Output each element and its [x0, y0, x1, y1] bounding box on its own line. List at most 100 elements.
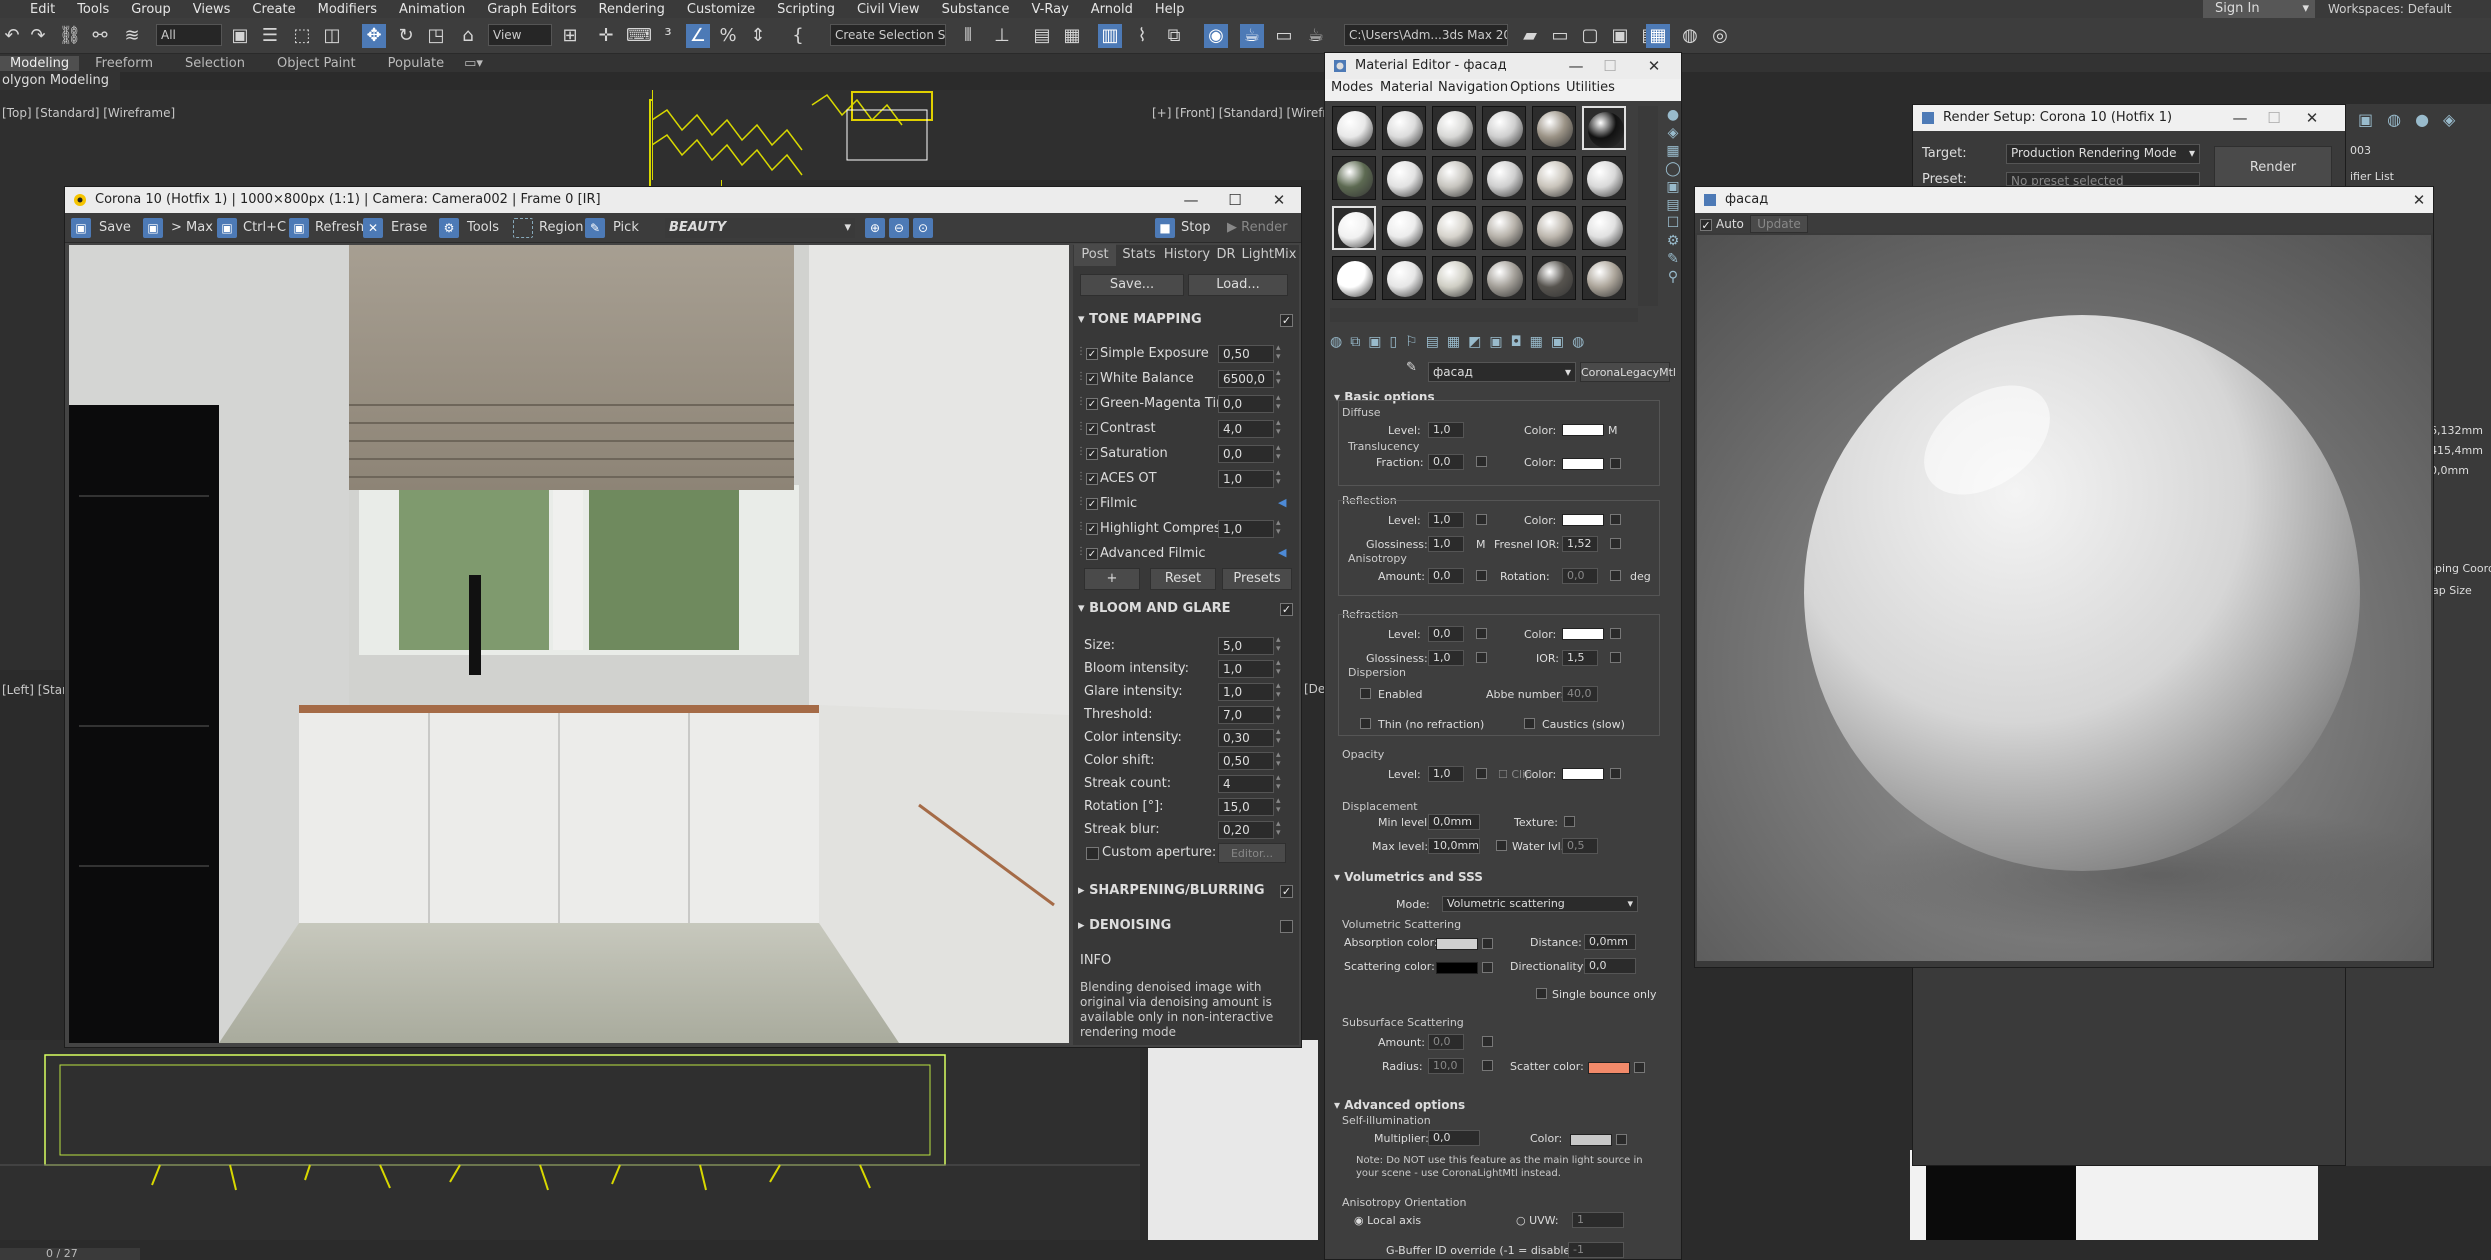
- color-swatch[interactable]: [1436, 962, 1478, 974]
- map-slot-button[interactable]: [1482, 1060, 1493, 1071]
- spinner-icon[interactable]: ▴ ▾: [1276, 659, 1281, 677]
- material-name-field[interactable]: фасад ▾: [1428, 362, 1576, 382]
- window-crossing-icon[interactable]: ◫: [320, 24, 344, 48]
- bloom-param-value[interactable]: 4: [1218, 775, 1274, 793]
- link-icon[interactable]: ⛓: [58, 24, 82, 48]
- tone-op-value[interactable]: 1,0: [1218, 470, 1274, 488]
- param-value[interactable]: 0,0: [1428, 1130, 1480, 1146]
- schematic-view-icon[interactable]: ⧉: [1162, 24, 1186, 48]
- menu-scripting[interactable]: Scripting: [766, 2, 846, 17]
- tone-op-value[interactable]: 0,50: [1218, 345, 1274, 363]
- menu-civil-view[interactable]: Civil View: [846, 2, 931, 17]
- minimize-icon[interactable]: —: [1559, 53, 1593, 79]
- denoising-header[interactable]: ▸ DENOISING: [1078, 918, 1171, 933]
- bloom-param-value[interactable]: 1,0: [1218, 683, 1274, 701]
- spinner-icon[interactable]: ▴ ▾: [1276, 682, 1281, 700]
- mat-menu-navigation[interactable]: Navigation: [1438, 80, 1508, 95]
- tone-mapping-header[interactable]: ▾ TONE MAPPING: [1078, 312, 1202, 327]
- material-editor-icon[interactable]: ◉: [1204, 24, 1228, 48]
- layer-explorer-icon[interactable]: ▦: [1060, 24, 1084, 48]
- param-value[interactable]: 0,0mm: [1584, 934, 1636, 950]
- bloom-glare-header[interactable]: ▾ BLOOM AND GLARE: [1078, 601, 1231, 616]
- material-slot[interactable]: [1532, 206, 1576, 250]
- menu-customize[interactable]: Customize: [676, 2, 766, 17]
- edit-named-sel-icon[interactable]: {: [786, 24, 810, 48]
- scene-explorer-icon[interactable]: ▤: [1030, 24, 1054, 48]
- maximize-icon[interactable]: ☐: [2257, 105, 2291, 131]
- auto-checkbox[interactable]: ✓: [1700, 219, 1712, 231]
- param-value[interactable]: 1,0: [1428, 766, 1464, 782]
- spinner-snap-icon[interactable]: ⇕: [746, 24, 770, 48]
- tone-mapping-checkbox[interactable]: ✓: [1280, 314, 1293, 327]
- tab-object-paint[interactable]: Object Paint: [261, 56, 372, 71]
- tab-post[interactable]: Post: [1074, 244, 1116, 266]
- expand-arrow-icon[interactable]: ◀: [1278, 546, 1286, 559]
- post-load-button[interactable]: Load...: [1188, 274, 1288, 296]
- menu-vray[interactable]: V-Ray: [1021, 2, 1080, 17]
- material-slot[interactable]: [1582, 156, 1626, 200]
- selection-filter-dropdown[interactable]: All: [156, 24, 222, 46]
- vol-mode-dropdown[interactable]: Volumetric scattering ▾: [1442, 896, 1638, 912]
- map-slot-button[interactable]: [1616, 1134, 1627, 1145]
- tone-op-checkbox[interactable]: ✓: [1086, 498, 1098, 510]
- spinner-icon[interactable]: ▴ ▾: [1276, 369, 1281, 387]
- mat-menu-modes[interactable]: Modes: [1331, 80, 1373, 95]
- bind-spacewarp-icon[interactable]: ≋: [120, 24, 144, 48]
- workspaces[interactable]: Workspaces: Default: [2328, 0, 2452, 18]
- menu-help[interactable]: Help: [1144, 2, 1196, 17]
- snaps-icon[interactable]: ³: [656, 24, 680, 48]
- menu-modifiers[interactable]: Modifiers: [307, 2, 388, 17]
- map-slot-button[interactable]: [1610, 768, 1621, 779]
- expand-arrow-icon[interactable]: ◀: [1278, 496, 1286, 509]
- sharpen-checkbox[interactable]: ✓: [1280, 885, 1293, 898]
- local-axis-radio[interactable]: ◉ Local axis: [1354, 1214, 1421, 1227]
- tab-dr[interactable]: DR: [1212, 244, 1240, 266]
- tone-op-checkbox[interactable]: ✓: [1086, 523, 1098, 535]
- drag-handle-icon[interactable]: ⋮: [1076, 421, 1086, 432]
- tab-selection[interactable]: Selection: [169, 56, 261, 71]
- bloom-param-value[interactable]: 5,0: [1218, 637, 1274, 655]
- map-slot-button[interactable]: [1482, 962, 1493, 973]
- material-type-button[interactable]: CoronaLegacyMtl: [1580, 362, 1676, 382]
- vfb-stop-button[interactable]: Stop: [1181, 218, 1211, 238]
- ref-coord-dropdown[interactable]: View: [488, 24, 552, 46]
- pick-material-icon[interactable]: ✎: [1406, 360, 1417, 375]
- slots-h-scrollbar[interactable]: [1330, 308, 1638, 322]
- zoom-out-icon[interactable]: ⊖: [889, 218, 909, 238]
- select-rotate-icon[interactable]: ↻: [394, 24, 418, 48]
- uvw-radio[interactable]: ○ UVW:: [1516, 1214, 1559, 1227]
- corona-vfb-icon[interactable]: ▦: [1646, 24, 1670, 48]
- material-slot[interactable]: [1482, 106, 1526, 150]
- tone-op-value[interactable]: 0,0: [1218, 445, 1274, 463]
- param-value[interactable]: 0,0mm: [1428, 814, 1480, 830]
- material-slot[interactable]: [1532, 256, 1576, 300]
- material-slot[interactable]: [1332, 106, 1376, 150]
- color-swatch[interactable]: [1436, 938, 1478, 950]
- material-preview-image[interactable]: [1697, 235, 2431, 961]
- menu-animation[interactable]: Animation: [388, 2, 476, 17]
- render-production-icon[interactable]: ☕: [1304, 24, 1328, 48]
- select-object-icon[interactable]: ▣: [228, 24, 252, 48]
- align-icon[interactable]: ⊥: [990, 24, 1014, 48]
- custom-aperture-checkbox[interactable]: [1086, 847, 1099, 860]
- map-slot-button[interactable]: [1482, 1036, 1493, 1047]
- minimize-icon[interactable]: —: [1169, 187, 1213, 213]
- material-slot[interactable]: [1382, 206, 1426, 250]
- material-slot[interactable]: [1482, 156, 1526, 200]
- material-slot[interactable]: [1482, 206, 1526, 250]
- render-button[interactable]: Render: [2214, 146, 2332, 190]
- presets-button[interactable]: Presets: [1222, 568, 1292, 590]
- material-slot[interactable]: [1432, 256, 1476, 300]
- menu-rendering[interactable]: Rendering: [588, 2, 676, 17]
- bloom-param-value[interactable]: 7,0: [1218, 706, 1274, 724]
- signin-dropdown[interactable]: Sign In ▾: [2203, 0, 2315, 18]
- map-slot-button[interactable]: [1482, 938, 1493, 949]
- material-slot[interactable]: [1582, 206, 1626, 250]
- map-slot-button[interactable]: [1536, 988, 1547, 999]
- tone-op-value[interactable]: 1,0: [1218, 520, 1274, 538]
- tab-stats[interactable]: Stats: [1116, 244, 1162, 266]
- drag-handle-icon[interactable]: ⋮: [1076, 371, 1086, 382]
- slots-scrollbar[interactable]: [1638, 106, 1658, 306]
- param-value[interactable]: 10,0: [1428, 1058, 1464, 1074]
- spinner-icon[interactable]: ▴ ▾: [1276, 519, 1281, 537]
